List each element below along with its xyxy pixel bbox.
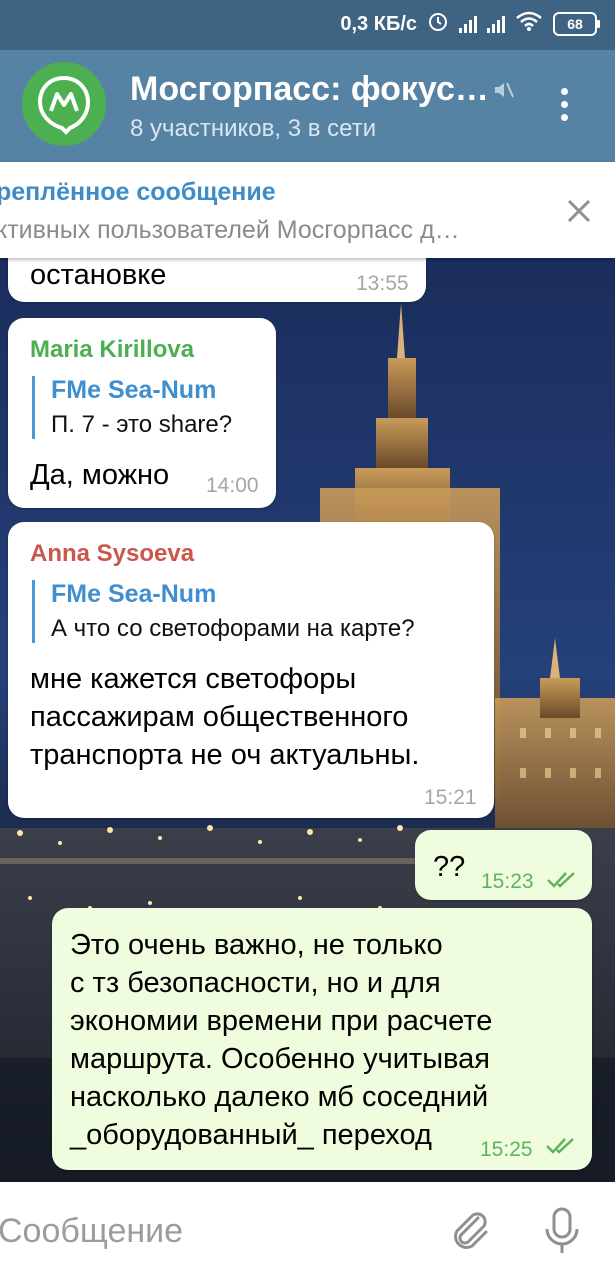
- battery-level: 68: [567, 16, 583, 32]
- status-bar: 0,3 КБ/с 68: [0, 0, 615, 50]
- reply-quote[interactable]: FMe Sea-Num П. 7 - это share?: [32, 376, 232, 439]
- message-text: мне кажется светофоры пассажирам обществ…: [30, 660, 419, 774]
- message-bubble[interactable]: остановке 13:55: [8, 258, 426, 302]
- message-line: насколько далеко мб соседний: [70, 1081, 489, 1113]
- message-text: Да, можно: [30, 459, 170, 491]
- signal-icon: [459, 15, 477, 33]
- double-check-icon: [547, 872, 575, 888]
- microphone-icon[interactable]: [540, 1206, 584, 1261]
- message-bubble[interactable]: Maria Kirillova FMe Sea-Num П. 7 - это s…: [8, 318, 276, 508]
- message-time: 15:21: [424, 786, 477, 809]
- close-icon[interactable]: [566, 198, 592, 229]
- message-text: ??: [433, 851, 466, 883]
- more-options-icon[interactable]: [556, 88, 572, 128]
- message-line: маршрута. Особенно учитывая: [70, 1043, 490, 1075]
- battery-icon: 68: [553, 12, 600, 36]
- message-bubble[interactable]: Anna Sysoeva FMe Sea-Num А что со светоф…: [8, 522, 494, 818]
- alarm-icon: [427, 10, 449, 38]
- message-text: Это очень важно, не только с тз безопасн…: [70, 926, 492, 1154]
- message-line: транспорта не оч актуальны.: [30, 739, 420, 771]
- message-line: мне кажется светофоры: [30, 663, 357, 695]
- wifi-icon: [515, 11, 543, 37]
- attach-icon[interactable]: [448, 1208, 494, 1259]
- message-time: 15:23: [481, 870, 534, 893]
- chat-header[interactable]: Мосгорпасс: фокус… 8 участников, 3 в сет…: [0, 50, 615, 162]
- pinned-message-bar[interactable]: реплённое сообщение ктивных пользователе…: [0, 162, 615, 258]
- signal-icon-2: [487, 15, 505, 33]
- message-line: с тз безопасности, но и для: [70, 967, 441, 999]
- chat-subtitle: 8 участников, 3 в сети: [130, 115, 377, 142]
- message-bubble-outgoing[interactable]: Это очень важно, не только с тз безопасн…: [52, 908, 592, 1170]
- group-avatar[interactable]: [22, 62, 106, 146]
- reply-text: П. 7 - это share?: [51, 411, 233, 438]
- network-speed: 0,3 КБ/с: [340, 12, 417, 35]
- reply-author: FMe Sea-Num: [51, 376, 217, 404]
- message-line: _оборудованный_ переход: [70, 1119, 432, 1151]
- sender-name: Maria Kirillova: [30, 336, 195, 363]
- message-line: экономии времени при расчете: [70, 1005, 493, 1037]
- reply-text: А что со светофорами на карте?: [51, 615, 415, 642]
- message-line: Это очень важно, не только: [70, 929, 443, 961]
- chat-area[interactable]: остановке 13:55 Maria Kirillova FMe Sea-…: [0, 258, 615, 1182]
- mute-icon: [492, 78, 516, 107]
- chat-title: Мосгорпасс: фокус…: [130, 70, 489, 108]
- message-time: 14:00: [206, 474, 259, 497]
- message-time: 13:55: [356, 272, 409, 295]
- message-line: пассажирам общественного: [30, 701, 409, 733]
- message-bubble-outgoing[interactable]: ?? 15:23: [415, 830, 592, 900]
- message-input-bar: Сообщение: [0, 1182, 615, 1280]
- sender-name: Anna Sysoeva: [30, 540, 195, 567]
- reply-quote[interactable]: FMe Sea-Num А что со светофорами на карт…: [32, 580, 415, 643]
- pinned-title: реплённое сообщение: [0, 178, 276, 206]
- metro-logo-icon: [37, 75, 91, 135]
- double-check-icon: [546, 1138, 574, 1154]
- pinned-text: ктивных пользователей Мосгорпасс д…: [0, 216, 460, 244]
- message-input[interactable]: Сообщение: [0, 1212, 183, 1251]
- message-text: остановке: [30, 259, 167, 291]
- reply-author: FMe Sea-Num: [51, 580, 217, 608]
- message-time: 15:25: [480, 1138, 533, 1161]
